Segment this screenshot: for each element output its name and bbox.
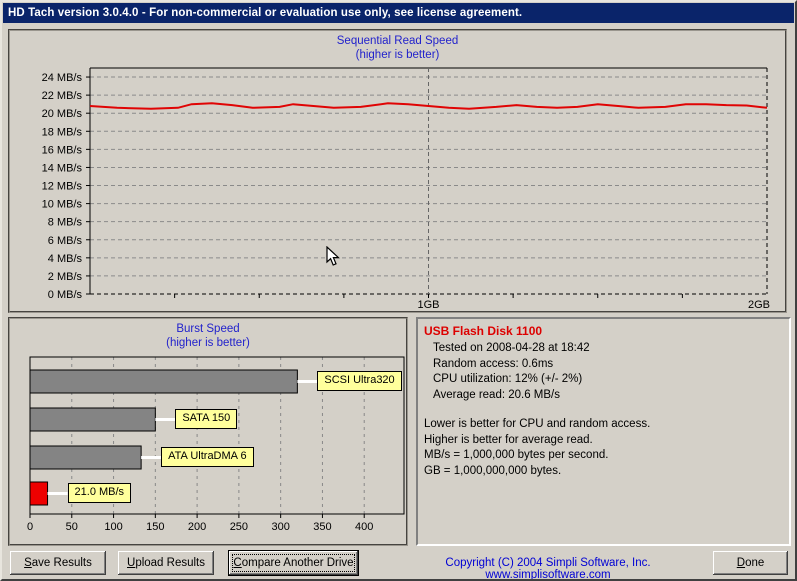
burst-speed-panel: Burst Speed (higher is better) 0 50 100 150… — [8, 317, 408, 546]
svg-text:400: 400 — [355, 521, 373, 533]
svg-text:50: 50 — [66, 521, 78, 533]
svg-text:12 MB/s: 12 MB/s — [42, 181, 83, 193]
svg-text:22 MB/s: 22 MB/s — [42, 90, 83, 102]
svg-text:1GB: 1GB — [417, 299, 439, 311]
svg-text:300: 300 — [271, 521, 289, 533]
svg-text:16 MB/s: 16 MB/s — [42, 144, 83, 156]
bar-label-4: 21.0 MB/s — [67, 483, 132, 503]
cpu-utilization-line: CPU utilization: 12% (+/- 2%) — [433, 373, 583, 385]
burst-speed-chart: 0 50 100 150 200 250 300 350 400 — [27, 356, 405, 533]
note-lower-better: Lower is better for CPU and random acces… — [424, 418, 651, 430]
note-mbs-def: MB/s = 1,000,000 bytes per second. — [424, 449, 609, 461]
tested-on-line: Tested on 2008-04-28 at 18:42 — [433, 342, 590, 354]
bar-label-1: SCSI Ultra320 — [317, 371, 402, 391]
upload-results-button[interactable]: Upload Results — [118, 551, 214, 575]
mouse-cursor-icon — [326, 246, 340, 266]
drive-name: USB Flash Disk 1100 — [424, 324, 543, 338]
svg-text:0: 0 — [27, 521, 33, 533]
svg-text:0 MB/s: 0 MB/s — [48, 289, 83, 301]
sequential-read-panel: Sequential Read Speed (higher is better)… — [8, 29, 787, 313]
hd-tach-window: HD Tach version 3.0.4.0 - For non-commer… — [0, 0, 797, 581]
average-read-line: Average read: 20.6 MB/s — [433, 388, 560, 401]
svg-text:100: 100 — [104, 521, 122, 533]
window-title: HD Tach version 3.0.4.0 - For non-commer… — [8, 7, 523, 19]
svg-text:2GB: 2GB — [748, 299, 770, 311]
svg-text:250: 250 — [230, 521, 248, 533]
svg-text:10 MB/s: 10 MB/s — [42, 199, 83, 211]
svg-text:18 MB/s: 18 MB/s — [42, 126, 83, 138]
random-access-line: Random access: 0.6ms — [433, 357, 554, 370]
results-info-panel: USB Flash Disk 1100 Tested on 2008-04-28… — [416, 317, 791, 546]
compare-another-drive-button[interactable]: Compare Another Drive — [228, 550, 359, 576]
note-gb-def: GB = 1,000,000,000 bytes. — [424, 464, 562, 477]
sequential-read-chart: 0 MB/s 2 MB/s 4 MB/s 6 MB/s 8 MB/s 10 MB/s 12 … — [42, 67, 770, 311]
note-higher-better: Higher is better for average read. — [424, 433, 593, 446]
svg-text:20 MB/s: 20 MB/s — [42, 108, 83, 120]
copyright-text: Copyright (C) 2004 Simpli Software, Inc.… — [445, 557, 651, 581]
svg-text:4 MB/s: 4 MB/s — [48, 253, 83, 265]
save-results-button[interactable]: Save Results — [10, 551, 106, 575]
svg-text:200: 200 — [188, 521, 206, 533]
title-bar[interactable]: HD Tach version 3.0.4.0 - For non-commer… — [3, 3, 794, 23]
svg-text:150: 150 — [146, 521, 164, 533]
svg-text:6 MB/s: 6 MB/s — [48, 235, 83, 247]
svg-text:8 MB/s: 8 MB/s — [48, 217, 83, 229]
bar-label-2: SATA 150 — [175, 409, 238, 429]
svg-text:24 MB/s: 24 MB/s — [42, 72, 83, 84]
bar-label-3: ATA UltraDMA 6 — [161, 447, 254, 467]
svg-text:350: 350 — [313, 521, 331, 533]
svg-text:2 MB/s: 2 MB/s — [48, 271, 83, 283]
done-button[interactable]: Done — [713, 551, 788, 575]
svg-text:14 MB/s: 14 MB/s — [42, 162, 83, 174]
